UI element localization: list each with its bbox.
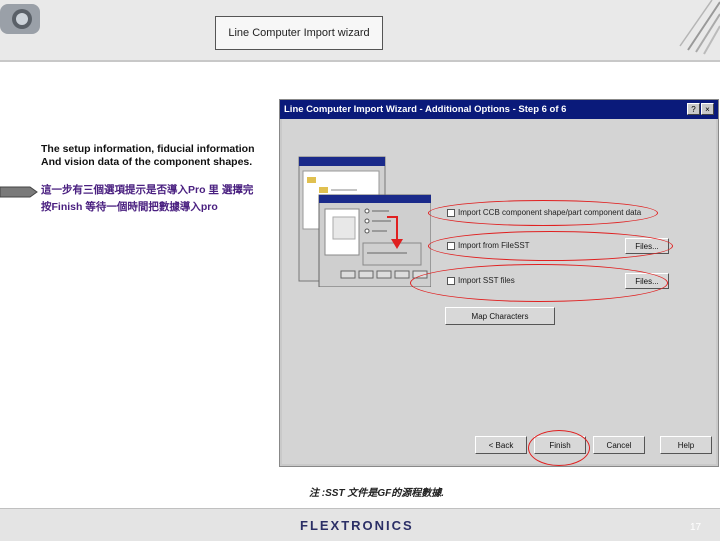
cancel-button[interactable]: Cancel [593, 436, 645, 454]
projector-icon [0, 4, 40, 34]
highlight-ellipse-option-1 [428, 200, 658, 226]
instruction-line-1: 這一步有三個選項提示是否導入Pro 里 選擇完 [41, 184, 254, 196]
question-icon: ? [691, 104, 696, 114]
highlight-ellipse-option-2 [428, 231, 673, 261]
page-number: 17 [690, 522, 702, 533]
setup-line-1: The setup information, fiducial informat… [41, 143, 255, 155]
import-wizard-window: Line Computer Import Wizard - Additional… [279, 99, 719, 467]
setup-line-2: And vision data of the component shapes. [41, 156, 253, 168]
instruction-line-2: 按Finish 等待一個時間把數據導入pro [41, 201, 218, 213]
close-window-button[interactable]: × [701, 103, 714, 115]
pointer-arrow-icon [0, 186, 38, 198]
help-button[interactable]: Help [660, 436, 712, 454]
slide-title: Line Computer Import wizard [215, 16, 383, 50]
brand-logo: FLEXTRONICS [300, 518, 414, 533]
help-question-button[interactable]: ? [687, 103, 700, 115]
back-button[interactable]: < Back [475, 436, 527, 454]
dialog-illustration [298, 156, 431, 287]
close-icon: × [705, 104, 710, 114]
decorative-lines-graphic [679, 0, 720, 55]
highlight-ellipse-option-3 [410, 264, 668, 302]
wizard-title: Line Computer Import Wizard - Additional… [284, 104, 567, 115]
map-characters-button[interactable]: Map Characters [445, 307, 555, 325]
footnote: 注 :SST 文件是GF的源程數據. [309, 488, 444, 499]
instruction-text: 這一步有三個選項提示是否導入Pro 里 選擇完 按Finish 等待一個時間把數… [41, 182, 281, 216]
setup-description: The setup information, fiducial informat… [41, 143, 281, 169]
wizard-titlebar: Line Computer Import Wizard - Additional… [280, 100, 718, 119]
highlight-ellipse-finish [528, 430, 590, 466]
header-rule [0, 60, 720, 62]
